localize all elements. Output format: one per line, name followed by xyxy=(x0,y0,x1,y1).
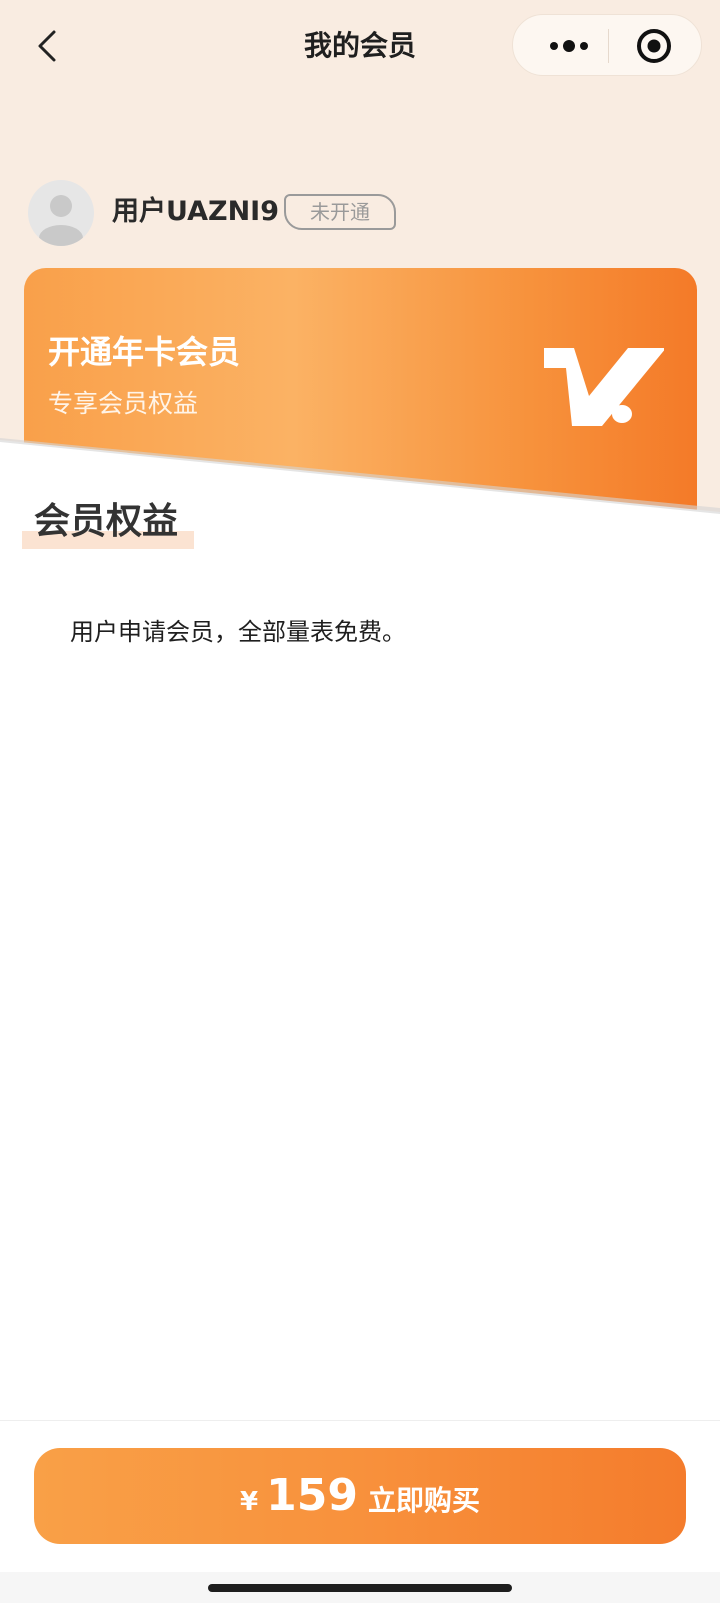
status-badge: 未开通 xyxy=(284,194,396,230)
card-subtitle: 专享会员权益 xyxy=(48,389,199,418)
price: 159 xyxy=(266,1470,358,1521)
mini-program-capsule xyxy=(512,14,702,76)
buy-label: 立即购买 xyxy=(367,1484,480,1517)
bottom-divider xyxy=(0,1420,720,1421)
vip-logo-icon xyxy=(544,348,664,426)
nav-bar: 我的会员 xyxy=(0,0,720,92)
buy-now-button[interactable]: ¥159 立即购买 xyxy=(34,1448,686,1544)
more-dots-icon[interactable] xyxy=(537,29,601,63)
avatar-icon xyxy=(39,195,83,246)
benefits-description: 用户申请会员，全部量表免费。 xyxy=(70,618,406,646)
home-indicator-area xyxy=(0,1572,720,1603)
capsule-divider xyxy=(608,29,609,63)
currency-symbol: ¥ xyxy=(240,1487,259,1517)
home-indicator[interactable] xyxy=(208,1584,512,1592)
card-title: 开通年卡会员 xyxy=(48,333,241,371)
target-icon[interactable] xyxy=(635,27,673,65)
benefits-title: 会员权益 xyxy=(34,501,179,542)
username: 用户UAZNI9 xyxy=(112,196,279,227)
avatar[interactable] xyxy=(28,180,94,246)
benefits-heading: 会员权益 xyxy=(22,495,194,549)
